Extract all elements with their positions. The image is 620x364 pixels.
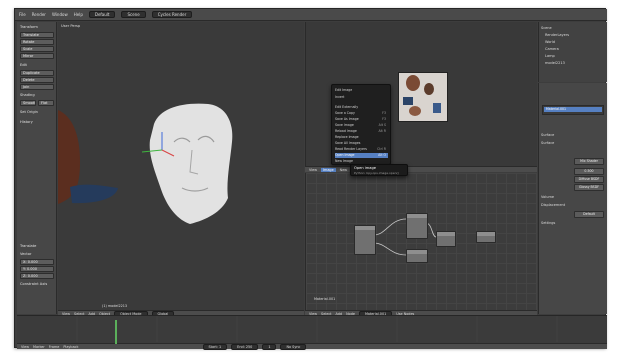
- node-material-label: Material.001: [314, 297, 336, 301]
- panel-settings[interactable]: Settings: [541, 221, 605, 225]
- outliner-item[interactable]: World: [545, 40, 605, 44]
- uv-editor-header: View Image New Open: [305, 166, 537, 172]
- outliner: Scene RenderLayers World Camera Lamp mod…: [538, 22, 607, 82]
- open-image-tooltip: Open image Python: bpy.ops.image.open(): [350, 164, 408, 176]
- tool-section-edit[interactable]: Edit: [20, 63, 27, 67]
- uv-new-button[interactable]: New: [340, 168, 347, 172]
- image-menu: Edit Image Invert Edit Externally Save a…: [331, 84, 391, 165]
- scale-button[interactable]: Scale: [20, 46, 54, 52]
- viewport-scene: [58, 103, 233, 224]
- tooltip-python: Python: bpy.ops.image.open(): [354, 171, 399, 175]
- uv-image-menu[interactable]: Image: [321, 167, 336, 172]
- duplicate-button[interactable]: Duplicate: [20, 70, 54, 76]
- timeline-view-menu[interactable]: View: [21, 345, 29, 349]
- timeline-grid: [76, 316, 558, 342]
- node-editor[interactable]: Material.001: [305, 173, 537, 310]
- timeline-marker-menu[interactable]: Marker: [33, 345, 45, 349]
- timeline[interactable]: View Marker Frame Playback Start: 1 End:…: [17, 315, 607, 350]
- mix-shader-node[interactable]: [436, 231, 456, 247]
- outliner-item[interactable]: model2213: [545, 61, 605, 65]
- menu-item[interactable]: Read Render Layers Ctrl R: [335, 147, 388, 152]
- outliner-item[interactable]: Lamp: [545, 54, 605, 58]
- timeline-frame-menu[interactable]: Frame: [49, 345, 60, 349]
- end-frame-field[interactable]: End: 250: [231, 343, 259, 350]
- material-slot-list[interactable]: Material.001: [542, 105, 604, 115]
- glossy-node[interactable]: [406, 249, 428, 263]
- redo-panel-title: Translate: [20, 244, 37, 248]
- node-links: [373, 218, 437, 256]
- tool-section-set-origin[interactable]: Set Origin: [20, 110, 38, 114]
- tool-shelf: Transform Translate Rotate Scale Mirror …: [17, 22, 57, 314]
- tooltip-title: Open image: [354, 166, 376, 170]
- blender-window: File Render Window Help Default Scene Cy…: [14, 8, 607, 350]
- timeline-playback-menu[interactable]: Playback: [63, 345, 78, 349]
- menu-item[interactable]: Edit Image: [335, 88, 388, 93]
- smooth-button[interactable]: Smooth: [20, 100, 36, 106]
- panel-surface-2[interactable]: Surface: [541, 141, 605, 145]
- texture-node[interactable]: [354, 225, 376, 255]
- menu-item-open-image[interactable]: Open Image Alt O: [335, 153, 388, 158]
- rotate-button[interactable]: Rotate: [20, 39, 54, 45]
- join-button[interactable]: Join: [20, 84, 54, 90]
- partial-head-shirt: [70, 184, 118, 204]
- properties-editor: Material.001 Surface Surface Mix Shader …: [538, 83, 607, 314]
- material-output-node[interactable]: [476, 231, 496, 243]
- vector-y-field[interactable]: Y: 0.000: [20, 266, 54, 272]
- diffuse-node[interactable]: [406, 213, 428, 239]
- tool-section-transform[interactable]: Transform: [20, 25, 38, 29]
- outliner-item[interactable]: RenderLayers: [545, 33, 605, 37]
- shader2-field[interactable]: Glossy BSDF: [574, 184, 604, 191]
- menu-item[interactable]: Save Image Alt S: [335, 123, 388, 128]
- outliner-item[interactable]: Scene: [541, 26, 605, 30]
- scene-dropdown[interactable]: Scene: [121, 11, 146, 18]
- displacement-field[interactable]: Default: [574, 211, 604, 218]
- texture-image: [398, 72, 448, 122]
- flat-button[interactable]: Flat: [38, 100, 54, 106]
- panel-surface[interactable]: Surface: [541, 133, 605, 137]
- start-frame-field[interactable]: Start: 1: [202, 343, 228, 350]
- uv-view-menu[interactable]: View: [309, 168, 317, 172]
- menu-window[interactable]: Window: [52, 12, 68, 17]
- panel-volume[interactable]: Volume: [541, 195, 605, 199]
- delete-button[interactable]: Delete: [20, 77, 54, 83]
- tool-section-shading[interactable]: Shading: [20, 93, 35, 97]
- shader1-field[interactable]: Diffuse BSDF: [574, 176, 604, 183]
- sync-dropdown[interactable]: No Sync: [280, 343, 307, 350]
- menu-help[interactable]: Help: [74, 12, 83, 17]
- menu-file[interactable]: File: [19, 12, 26, 17]
- fac-field[interactable]: 0.500: [574, 168, 604, 175]
- info-header: File Render Window Help Default Scene Cy…: [15, 9, 607, 21]
- tool-section-history[interactable]: History: [20, 120, 33, 124]
- constraint-axis-label: Constraint Axis: [20, 282, 48, 286]
- surface-shader-field[interactable]: Mix Shader: [574, 158, 604, 165]
- menu-item[interactable]: Replace Image: [335, 135, 388, 140]
- panel-displacement[interactable]: Displacement: [541, 203, 605, 207]
- menu-item[interactable]: Edit Externally: [335, 105, 388, 110]
- object-name-label: (1) model2213: [102, 304, 128, 308]
- translate-button[interactable]: Translate: [20, 32, 54, 38]
- menu-render[interactable]: Render: [32, 12, 46, 17]
- render-engine-dropdown[interactable]: Cycles Render: [151, 11, 193, 18]
- menu-item[interactable]: Invert: [335, 95, 388, 100]
- screen-layout-dropdown[interactable]: Default: [88, 11, 116, 18]
- mirror-button[interactable]: Mirror: [20, 53, 54, 59]
- 3d-viewport[interactable]: User Persp (1) model2213: [58, 22, 304, 310]
- menu-item[interactable]: Save All Images: [335, 141, 388, 146]
- timeline-header: View Marker Frame Playback Start: 1 End:…: [17, 343, 607, 350]
- material-slot[interactable]: Material.001: [544, 107, 602, 112]
- menu-item[interactable]: Reload Image Alt R: [335, 129, 388, 134]
- current-frame-field[interactable]: 1: [262, 343, 277, 350]
- playhead[interactable]: [115, 320, 117, 344]
- vector-label: Vector: [20, 252, 32, 256]
- vector-z-field[interactable]: Z: 0.000: [20, 273, 54, 279]
- vector-x-field[interactable]: X: 0.000: [20, 259, 54, 265]
- outliner-item[interactable]: Camera: [545, 47, 605, 51]
- menu-item[interactable]: Save a Copy F3: [335, 111, 388, 116]
- menu-item[interactable]: Save As Image F3: [335, 117, 388, 122]
